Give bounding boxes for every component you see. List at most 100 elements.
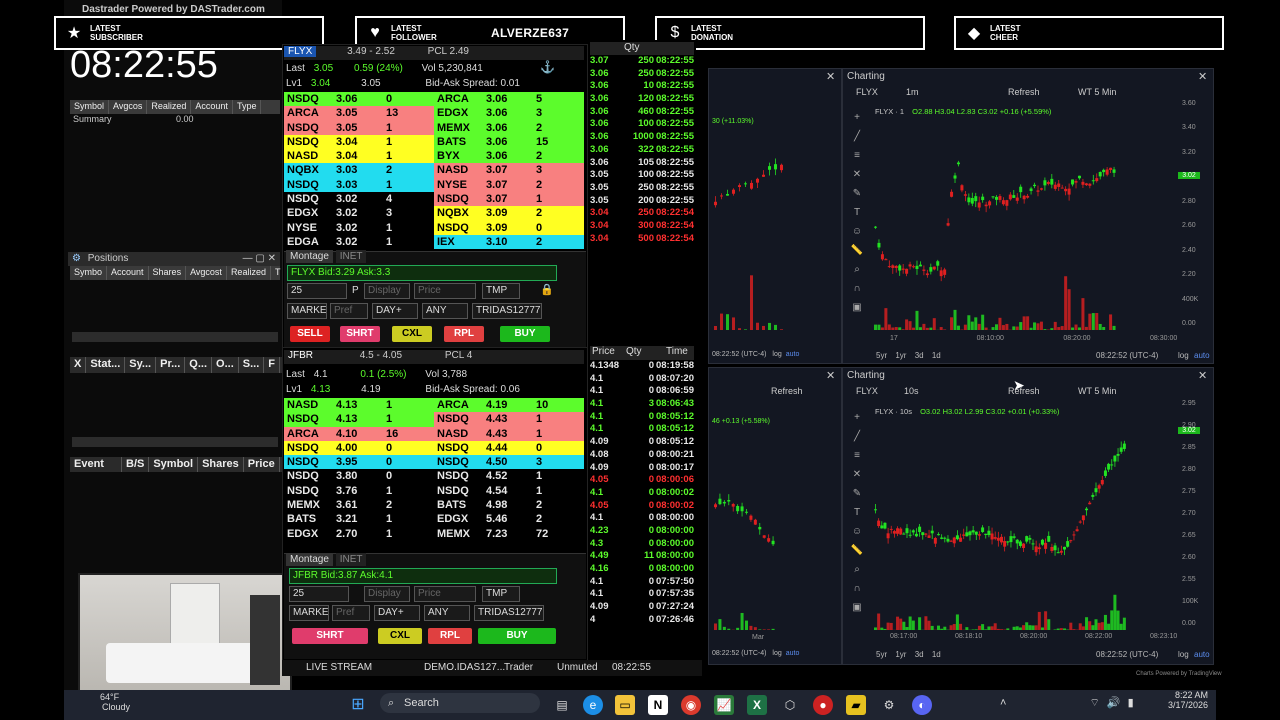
col-ord-symbol[interactable]: Sy... xyxy=(125,357,157,373)
edge-icon[interactable]: e xyxy=(583,695,603,715)
chrome-icon[interactable]: ◉ xyxy=(681,695,701,715)
l2-bot-price-input[interactable]: Price xyxy=(414,586,476,602)
col-type[interactable]: Type xyxy=(233,100,262,114)
crosshair-icon[interactable]: + xyxy=(850,408,864,427)
chart-top-interval[interactable]: 1m xyxy=(906,87,919,97)
cancel-button-bottom[interactable]: CXL xyxy=(378,628,422,644)
col-avgcos[interactable]: Avgcos xyxy=(109,100,148,114)
unmuted-label[interactable]: Unmuted xyxy=(557,662,598,673)
l2-row[interactable]: NSDQ 3.03 1 xyxy=(284,177,434,193)
trendline-icon[interactable]: ╱ xyxy=(850,127,864,146)
col-ord-s[interactable]: S... xyxy=(239,357,265,373)
l2-row[interactable]: NSDQ 4.13 1 xyxy=(284,412,434,427)
col-ord-o[interactable]: O... xyxy=(212,357,239,373)
col-ord-price[interactable]: Pr... xyxy=(156,357,186,373)
replace-button-bottom[interactable]: RPL xyxy=(428,628,472,644)
l2-row[interactable]: BATS 3.06 15 xyxy=(434,134,584,150)
col-realized[interactable]: Realized xyxy=(147,100,192,114)
l2-bot-any-select[interactable]: ANY xyxy=(424,605,470,621)
chart-top-close-icon[interactable]: ✕ xyxy=(1198,70,1207,83)
l2-bot-display-input[interactable]: Display xyxy=(364,586,410,602)
l2-row[interactable]: NSDQ 3.76 1 xyxy=(284,483,434,499)
l2-row[interactable]: NSDQ 3.02 4 xyxy=(284,192,434,207)
window-controls[interactable]: — ▢ ✕ xyxy=(243,253,276,264)
crosshair-icon[interactable]: + xyxy=(850,108,864,127)
app-icon[interactable]: ⬡ xyxy=(780,695,800,715)
brush-icon[interactable]: ✎ xyxy=(850,484,864,503)
l2-row[interactable]: NSDQ 4.00 0 xyxy=(284,440,434,456)
col-pos-symbol[interactable]: Symbo xyxy=(70,266,108,280)
l2-row[interactable]: NASD 4.13 1 xyxy=(284,398,434,413)
col-trd-shares[interactable]: Shares xyxy=(198,457,244,472)
chart-bottom-close-icon[interactable]: ✕ xyxy=(1198,369,1207,382)
l2-row[interactable]: ARCA 4.19 10 xyxy=(434,398,584,413)
replace-button[interactable]: RPL xyxy=(444,326,484,342)
chart-bl-close-icon[interactable]: ✕ xyxy=(826,369,835,382)
network-icon[interactable]: ⌔ xyxy=(1090,697,1100,709)
tab-inet[interactable]: INET xyxy=(335,250,367,263)
l2-bot-ordtype-select[interactable]: MARKE xyxy=(289,605,329,621)
text-icon[interactable]: T xyxy=(850,503,864,522)
l2-row[interactable]: NQBX 3.09 2 xyxy=(434,206,584,221)
magnet-icon[interactable]: ∩ xyxy=(850,579,864,598)
col-pos-shares[interactable]: Shares xyxy=(149,266,187,280)
weather-widget[interactable]: 64°F Cloudy xyxy=(80,692,130,712)
l2-row[interactable]: EDGA 3.02 1 xyxy=(284,234,434,250)
col-trd-event[interactable]: Event xyxy=(70,457,122,472)
l2-bot-pref-input[interactable]: Pref xyxy=(332,605,370,621)
magnet-icon[interactable]: ∩ xyxy=(850,279,864,298)
obs-icon[interactable]: ● xyxy=(813,695,833,715)
l2-top-quote-input[interactable]: FLYX Bid:3.29 Ask:3.3 xyxy=(287,265,557,281)
emoji-icon[interactable]: ☺ xyxy=(850,522,864,541)
col-ord-qty[interactable]: Q... xyxy=(185,357,213,373)
l2-row[interactable]: MEMX 3.61 2 xyxy=(284,498,434,513)
col-pos-avgcost[interactable]: Avgcost xyxy=(186,266,227,280)
l2-row[interactable]: MEMX 3.06 2 xyxy=(434,120,584,135)
l2-bot-tif-select[interactable]: DAY+ xyxy=(374,605,420,621)
l2-top-any-select[interactable]: ANY xyxy=(422,303,468,319)
l2-row[interactable]: ARCA 3.06 5 xyxy=(434,92,584,107)
l2-row[interactable]: NSDQ 4.50 3 xyxy=(434,455,584,470)
sticky-icon[interactable]: ▰ xyxy=(846,695,866,715)
battery-icon[interactable]: ▮ xyxy=(1128,697,1134,709)
l2-row[interactable]: EDGX 5.46 2 xyxy=(434,512,584,527)
l2-top-qty-input[interactable]: 25 xyxy=(287,283,347,299)
zoom-icon[interactable]: ⌕ xyxy=(850,560,864,579)
l2-row[interactable]: MEMX 7.23 72 xyxy=(434,526,584,541)
l2-top-p[interactable]: P xyxy=(352,285,359,296)
brush-icon[interactable]: ✎ xyxy=(850,184,864,203)
folder-icon[interactable]: ▭ xyxy=(615,695,635,715)
l2-bot-tmp-select[interactable]: TMP xyxy=(482,586,520,602)
chevron-up-icon[interactable]: ˄ xyxy=(1000,697,1006,709)
log-toggle[interactable]: log xyxy=(1178,351,1189,360)
l2-top-tif-select[interactable]: DAY+ xyxy=(372,303,418,319)
fib-icon[interactable]: ≡ xyxy=(850,446,864,465)
l2-row[interactable]: NASD 3.07 3 xyxy=(434,163,584,178)
col-ord-f[interactable]: F xyxy=(264,357,281,373)
settings-icon[interactable]: ⚙ xyxy=(879,695,899,715)
l2-bot-quote-input[interactable]: JFBR Bid:3.87 Ask:4.1 xyxy=(289,568,557,584)
l2-row[interactable]: IEX 3.10 2 xyxy=(434,234,584,250)
l2-row[interactable]: NSDQ 4.54 1 xyxy=(434,483,584,499)
col-pos-account[interactable]: Account xyxy=(107,266,149,280)
col-ord-x[interactable]: X xyxy=(70,357,87,373)
l2-row[interactable]: NYSE 3.07 2 xyxy=(434,177,584,193)
cancel-button[interactable]: CXL xyxy=(392,326,432,342)
l2-top-pref-input[interactable]: Pref xyxy=(330,303,368,319)
l2-bot-qty-input[interactable]: 25 xyxy=(289,586,349,602)
buy-button[interactable]: BUY xyxy=(500,326,550,342)
l2-row[interactable]: NQBX 3.03 2 xyxy=(284,163,434,178)
lock-icon[interactable]: 🔒 xyxy=(540,283,554,296)
chart-bottom-interval[interactable]: 10s xyxy=(904,386,919,396)
col-symbol[interactable]: Symbol xyxy=(70,100,110,114)
chart-bl-plot[interactable] xyxy=(710,415,810,635)
chart-bottom-symbol[interactable]: FLYX xyxy=(856,386,878,396)
l2-row[interactable]: NSDQ 3.04 1 xyxy=(284,134,434,150)
taskbar-search[interactable]: ⌕ Search xyxy=(380,693,540,713)
l2-row[interactable]: NSDQ 4.52 1 xyxy=(434,469,584,484)
chart-top-layout[interactable]: WT 5 Min xyxy=(1078,87,1116,97)
range-5yr[interactable]: 5yr xyxy=(876,351,887,360)
l2-top-symbol[interactable]: FLYX xyxy=(284,46,317,57)
auto-toggle[interactable]: auto xyxy=(1194,351,1210,360)
l2-top-ordtype-select[interactable]: MARKE xyxy=(287,303,327,319)
